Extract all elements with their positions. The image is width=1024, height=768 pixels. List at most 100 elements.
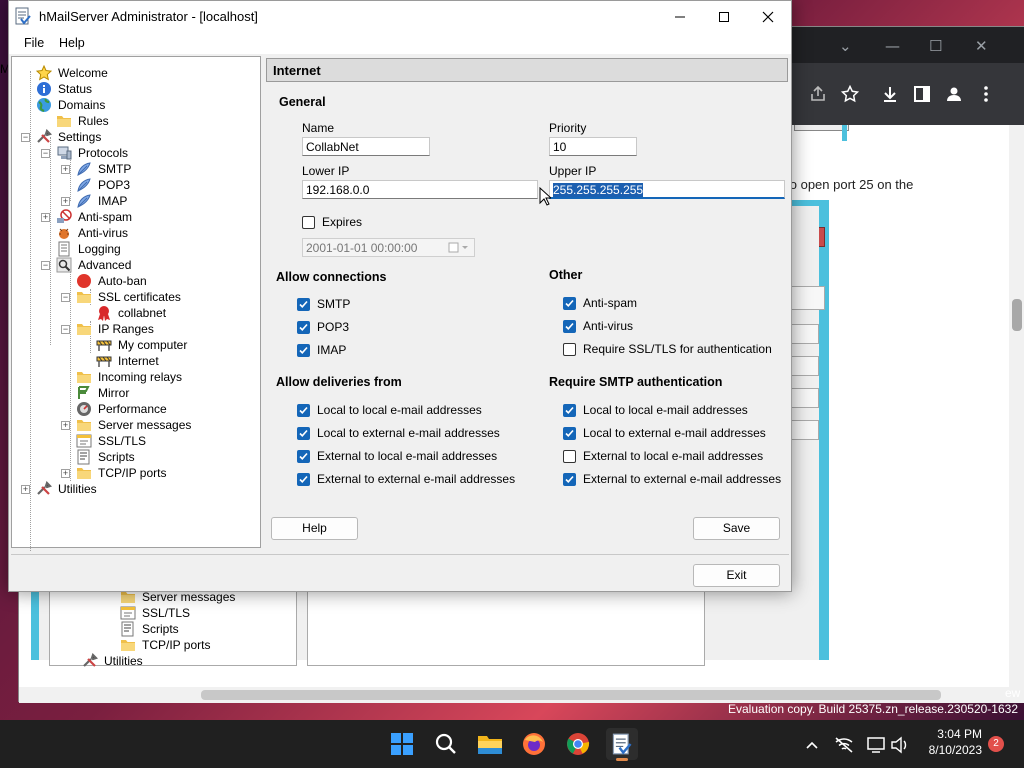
checkbox-box[interactable] (297, 449, 310, 463)
require-smtp-auth-checkbox-1[interactable]: Local to external e-mail addresses (563, 426, 766, 440)
taskbar-search-button[interactable] (430, 728, 462, 760)
checkbox-box[interactable] (563, 296, 576, 310)
side-panel-icon[interactable] (913, 85, 931, 103)
allow-deliveries-checkbox-2[interactable]: External to local e-mail addresses (297, 449, 497, 463)
windows-start-icon (391, 733, 413, 755)
system-clock[interactable]: 3:04 PM 8/10/2023 (929, 726, 982, 758)
checkbox-box[interactable] (297, 343, 310, 357)
checkbox-box[interactable] (563, 426, 576, 440)
calendar-dropdown-icon[interactable] (448, 242, 470, 254)
checkbox-box[interactable] (563, 342, 576, 356)
more-menu-icon[interactable] (977, 85, 995, 103)
expand-icon[interactable]: + (61, 197, 70, 206)
barrier-icon (96, 353, 112, 369)
allow-connections-checkbox-0[interactable]: SMTP (297, 297, 350, 311)
tree-item-label: Anti-virus (78, 226, 129, 240)
other-checkbox-1[interactable]: Anti-virus (563, 319, 633, 333)
bookmark-star-icon[interactable] (841, 85, 859, 103)
maximize-button[interactable] (701, 1, 747, 32)
menu-file[interactable]: File (24, 36, 44, 50)
lower-ip-field[interactable]: 192.168.0.0 (302, 180, 538, 199)
notification-badge[interactable]: 2 (988, 736, 1004, 752)
allow-deliveries-checkbox-1[interactable]: Local to external e-mail addresses (297, 426, 500, 440)
tray-chevron-up-icon[interactable] (804, 737, 820, 753)
save-button[interactable]: Save (693, 517, 780, 540)
checkbox-box[interactable] (563, 403, 576, 417)
hmailserver-taskbar-button[interactable] (606, 728, 638, 761)
expires-box[interactable] (302, 215, 315, 229)
expand-icon[interactable]: + (61, 165, 70, 174)
allow-deliveries-checkbox-3[interactable]: External to external e-mail addresses (297, 472, 515, 486)
chrome-button[interactable] (562, 728, 594, 760)
expires-date-field[interactable]: 2001-01-01 00:00:00 (302, 238, 475, 257)
tree-item-label: Settings (58, 130, 102, 144)
close-icon[interactable]: ✕ (975, 37, 988, 55)
firefox-button[interactable] (518, 728, 550, 760)
expand-icon[interactable]: + (21, 485, 30, 494)
tree-item-label: Advanced (78, 258, 132, 272)
expand-icon[interactable]: + (61, 421, 70, 430)
collapse-icon[interactable]: − (41, 261, 50, 270)
checkbox-box[interactable] (297, 297, 310, 311)
expires-checkbox[interactable]: Expires (302, 215, 362, 229)
barrier-icon (96, 337, 112, 353)
upper-ip-field[interactable]: 255.255.255.255 (549, 180, 785, 199)
background-tree-label: Scripts (142, 622, 179, 636)
priority-label: Priority (549, 121, 587, 135)
close-button[interactable] (745, 1, 791, 32)
title-bar: hMailServer Administrator - [localhost] (9, 1, 791, 32)
download-icon[interactable] (881, 85, 899, 103)
name-field[interactable]: CollabNet (302, 137, 430, 156)
menu-help[interactable]: Help (59, 36, 85, 50)
checkbox-box[interactable] (297, 320, 310, 334)
checkbox-box[interactable] (297, 426, 310, 440)
checkbox-box[interactable] (297, 403, 310, 417)
divider (11, 554, 789, 555)
priority-field[interactable]: 10 (549, 137, 637, 156)
expand-icon[interactable]: + (61, 469, 70, 478)
help-button[interactable]: Help (271, 517, 358, 540)
folder-icon (56, 113, 72, 129)
tree-connector (50, 137, 51, 345)
share-icon[interactable] (809, 85, 827, 103)
require-smtp-auth-checkbox-3[interactable]: External to external e-mail addresses (563, 472, 781, 486)
network-offline-icon[interactable] (834, 736, 854, 754)
display-icon[interactable] (866, 736, 886, 754)
checkbox-box[interactable] (563, 449, 576, 463)
allow-connections-checkbox-2[interactable]: IMAP (297, 343, 346, 357)
windows-start-button[interactable] (386, 728, 418, 760)
require-smtp-auth-checkbox-2[interactable]: External to local e-mail addresses (563, 449, 763, 463)
tools-icon (36, 481, 52, 497)
file-explorer-button[interactable] (474, 728, 506, 760)
folder-icon (76, 289, 92, 305)
allow-connections-checkbox-1[interactable]: POP3 (297, 320, 349, 334)
other-checkbox-2[interactable]: Require SSL/TLS for authentication (563, 342, 772, 356)
collapse-icon[interactable]: − (21, 133, 30, 142)
collapse-icon[interactable]: − (61, 325, 70, 334)
tools-icon (36, 129, 52, 145)
tree-item-label: IP Ranges (98, 322, 154, 336)
minimize-icon[interactable]: — (885, 37, 900, 55)
background-horizontal-scrollbar[interactable] (19, 687, 1024, 703)
minimize-button[interactable] (657, 1, 703, 32)
maximize-icon[interactable]: ☐ (929, 37, 942, 55)
folder-icon (76, 465, 92, 481)
checkbox-box[interactable] (297, 472, 310, 486)
star-icon (36, 65, 52, 81)
hmail-admin-window: hMailServer Administrator - [localhost] … (8, 0, 792, 592)
collapse-icon[interactable]: − (41, 149, 50, 158)
performance-icon (76, 401, 92, 417)
collapse-icon[interactable]: − (61, 293, 70, 302)
volume-icon[interactable] (890, 736, 910, 754)
exit-button[interactable]: Exit (693, 564, 780, 587)
other-checkbox-0[interactable]: Anti-spam (563, 296, 637, 310)
background-vertical-scrollbar[interactable] (1009, 125, 1024, 687)
checkbox-box[interactable] (563, 319, 576, 333)
chevron-down-icon[interactable]: ⌄ (839, 37, 852, 55)
profile-icon[interactable] (945, 85, 963, 103)
info-icon (36, 81, 52, 97)
checkbox-box[interactable] (563, 472, 576, 486)
allow-deliveries-checkbox-0[interactable]: Local to local e-mail addresses (297, 403, 482, 417)
expand-icon[interactable]: + (41, 213, 50, 222)
require-smtp-auth-checkbox-0[interactable]: Local to local e-mail addresses (563, 403, 748, 417)
